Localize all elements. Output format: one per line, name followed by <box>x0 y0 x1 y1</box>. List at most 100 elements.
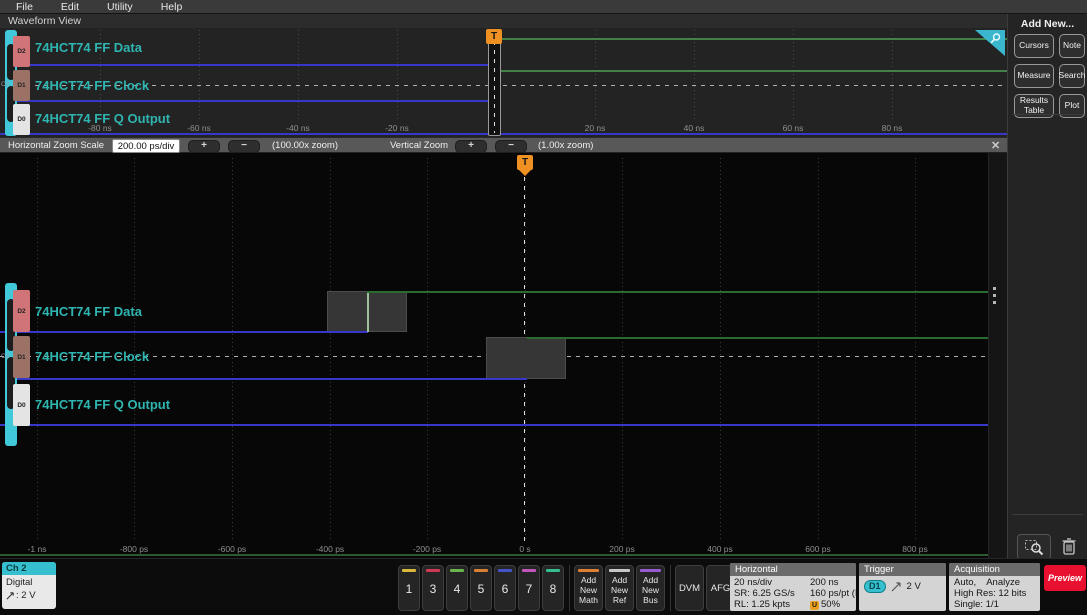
channel-label-q-output-zoom[interactable]: 74HCT74 FF Q Output <box>35 397 170 412</box>
add-new-bus-button[interactable]: Add New Bus <box>636 565 665 611</box>
trigger-marker-overview[interactable]: T <box>486 29 502 44</box>
channel-5-button[interactable]: 5 <box>470 565 492 611</box>
channel-button-label: 6 <box>501 582 509 596</box>
zoom-axis-tick: 0 s <box>519 544 531 554</box>
channel-color-stripe <box>474 569 488 572</box>
channel-color-stripe <box>546 569 560 572</box>
trigger-marker-zoom[interactable]: T <box>517 155 533 170</box>
button-color-stripe <box>609 569 630 572</box>
zoomed-waveform-view: -1 ns -800 ps -600 ps -400 ps -200 ps 0 s 200 … <box>0 153 1007 558</box>
channel-7-button[interactable]: 7 <box>518 565 540 611</box>
preview-button[interactable]: Preview <box>1044 565 1086 591</box>
v-zoom-minus-button[interactable]: − <box>495 140 527 153</box>
trigger-marker-pointer <box>519 170 531 176</box>
badge-d2-zoom[interactable]: D2 <box>13 290 30 332</box>
v-zoom-plus-button[interactable]: + <box>455 140 487 153</box>
zoom-axis-tick: -200 ps <box>412 544 442 554</box>
acq-mode: Auto, Analyze <box>954 577 1021 588</box>
menu-help[interactable]: Help <box>161 1 183 13</box>
v-zoom-factor-label: (1.00x zoom) <box>538 140 594 151</box>
acquisition-panel-title: Acquisition <box>949 563 1040 576</box>
trigger-panel[interactable]: Trigger D1 2 V <box>859 563 946 611</box>
view-tab-bar: Waveform View <box>0 14 1007 29</box>
overview-axis-tick: -40 ns <box>286 123 310 133</box>
delete-button[interactable] <box>1058 535 1080 557</box>
channel-2-badge[interactable]: Ch 2 Digital : 2 V <box>2 562 56 609</box>
divider <box>1012 114 1083 115</box>
badge-d1[interactable]: D1 <box>13 70 30 101</box>
gridline <box>595 30 596 122</box>
trigger-source-badge: D1 <box>864 580 886 593</box>
position-icon: U <box>810 601 819 610</box>
add-new-button-group: Cursors Note Measure Search Results Table Plo… <box>1014 34 1085 118</box>
waveform-overview: -80 ns -60 ns -40 ns -20 ns 20 ns 40 ns 60 ns 8… <box>0 28 1007 137</box>
menu-utility[interactable]: Utility <box>107 1 133 13</box>
close-zoom-view-button[interactable]: ✕ <box>991 139 1000 152</box>
add-new-search-button[interactable]: Search <box>1059 64 1085 88</box>
divider <box>667 565 673 611</box>
results-bar: Add New... Cursors Note Measure Search Resul… <box>1007 14 1087 560</box>
tekscope-app: File Edit Utility Help Waveform View -80… <box>0 0 1087 615</box>
channel-button-label: 5 <box>477 582 485 596</box>
add-new-ref-button[interactable]: Add New Ref <box>605 565 634 611</box>
overview-axis-tick: 20 ns <box>584 123 606 133</box>
h-scale-value: 20 ns/div <box>734 577 773 588</box>
badge-d0[interactable]: D0 <box>13 104 30 135</box>
menu-edit[interactable]: Edit <box>61 1 79 13</box>
zoom-window-slider[interactable] <box>488 29 501 136</box>
gridline <box>298 30 299 122</box>
badge-d0-zoom[interactable]: D0 <box>13 384 30 426</box>
divider-drag-handle[interactable] <box>993 287 996 304</box>
zoom-toolbar: Horizontal Zoom Scale + − (100.00x zoom)… <box>0 137 1007 153</box>
h-zoom-minus-button[interactable]: − <box>228 140 260 153</box>
trigger-panel-body: D1 2 V <box>859 576 946 593</box>
data-high-segment <box>367 291 988 293</box>
add-new-measure-button[interactable]: Measure <box>1014 64 1054 88</box>
h-zoom-plus-button[interactable]: + <box>188 140 220 153</box>
add-new-note-button[interactable]: Note <box>1059 34 1085 58</box>
menu-file[interactable]: File <box>16 1 33 13</box>
channel-label-clock-zoom[interactable]: 74HCT74 FF Clock <box>35 349 149 364</box>
channel-button-label: 1 <box>405 582 413 596</box>
overview-axis-tick: 40 ns <box>683 123 705 133</box>
channel-label-data[interactable]: 74HCT74 FF Data <box>35 40 142 55</box>
zoom-select-icon <box>1025 539 1044 555</box>
view-bottom-border <box>0 554 988 556</box>
button-color-stripe <box>640 569 661 572</box>
channel-8-button[interactable]: 8 <box>542 565 564 611</box>
h-zoom-factor-label: (100.00x zoom) <box>272 140 339 151</box>
trash-icon <box>1062 537 1076 555</box>
channel-4-button[interactable]: 4 <box>446 565 468 611</box>
channel-color-stripe <box>450 569 464 572</box>
button-label: Add New Bus <box>641 575 659 606</box>
tab-waveform-view[interactable]: Waveform View <box>8 15 81 27</box>
gridline <box>915 158 916 542</box>
channel-label-q-output[interactable]: 74HCT74 FF Q Output <box>35 111 170 126</box>
dvm-button[interactable]: DVM <box>675 565 704 611</box>
dot <box>993 287 996 290</box>
add-new-cursors-button[interactable]: Cursors <box>1014 34 1054 58</box>
channel-color-stripe <box>498 569 512 572</box>
horizontal-zoom-scale-input[interactable] <box>112 139 180 153</box>
channel-color-stripe <box>402 569 416 572</box>
overview-axis-tick: 80 ns <box>881 123 903 133</box>
add-new-math-button[interactable]: Add New Math <box>574 565 603 611</box>
data-rising-edge <box>367 291 369 332</box>
acquisition-panel[interactable]: Acquisition Auto, Analyze High Res: 12 b… <box>949 563 1040 611</box>
channel-6-button[interactable]: 6 <box>494 565 516 611</box>
horizontal-panel[interactable]: Horizontal 20 ns/div 200 ns SR: 6.25 GS/… <box>730 563 856 611</box>
zoom-axis-tick: -800 ps <box>119 544 149 554</box>
badge-d2[interactable]: D2 <box>13 36 30 67</box>
channel-1-button[interactable]: 1 <box>398 565 420 611</box>
add-new-title: Add New... <box>1020 18 1075 30</box>
channel-label-data-zoom[interactable]: 74HCT74 FF Data <box>35 304 142 319</box>
channel-3-button[interactable]: 3 <box>422 565 444 611</box>
channel-button-row: 1 3 4 5 6 7 8 Add New Math Add New Ref Add New Bu… <box>398 565 735 611</box>
zoom-axis-tick: -600 ps <box>217 544 247 554</box>
badge-d1-zoom[interactable]: D1 <box>13 336 30 378</box>
channel-label-clock[interactable]: 74HCT74 FF Clock <box>35 78 149 93</box>
channel-2-threshold: : 2 V <box>2 590 56 601</box>
h-position: U 50% <box>810 599 841 610</box>
zoom-mode-button[interactable] <box>1017 534 1051 560</box>
clock-baseline-dashed <box>17 85 1007 86</box>
